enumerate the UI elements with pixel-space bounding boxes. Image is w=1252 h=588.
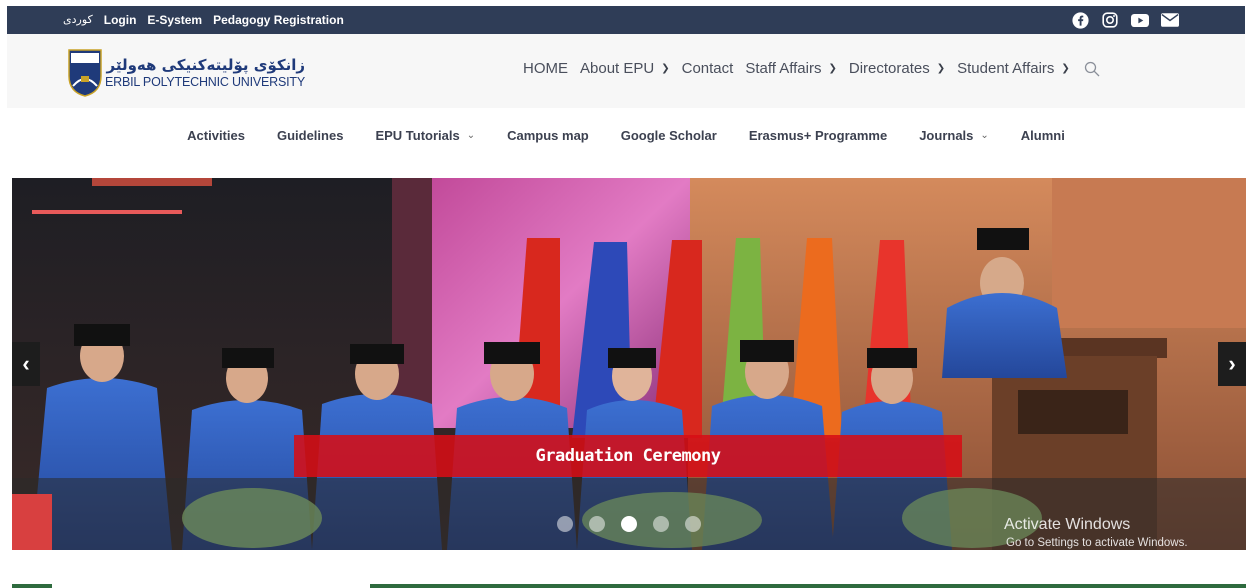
chevron-down-icon: ⌄ [980,130,989,141]
nav-student-affairs[interactable]: Student Affairs ❯ [957,60,1070,77]
slider-prev-button[interactable]: ‹ [12,342,40,386]
nav-home[interactable]: HOME [523,60,568,77]
nav-label: About EPU [580,60,655,77]
nav-label: Staff Affairs [745,60,822,77]
slider-dot[interactable] [557,516,573,532]
subnav-journals[interactable]: Journals ⌄ [903,128,1005,143]
subnav-erasmus[interactable]: Erasmus+ Programme [733,128,903,143]
subnav-label: Journals [919,128,974,143]
slider-next-button[interactable]: › [1218,342,1246,386]
facebook-icon[interactable] [1071,11,1089,29]
slider-dot[interactable] [589,516,605,532]
graduation-ceremony-photo [12,178,1246,550]
subnav-label: EPU Tutorials [375,128,460,143]
watermark-subtitle: Go to Settings to activate Windows. [1006,537,1188,549]
social-links [1071,11,1179,29]
chevron-right-icon: › [1228,351,1236,376]
pedagogy-registration-link[interactable]: Pedagogy Registration [213,13,344,27]
epu-shield-icon [68,49,102,97]
slider-dot[interactable] [653,516,669,532]
bottom-strip-left [12,584,52,588]
top-bar-inner: كوردی Login E-System Pedagogy Registrati… [7,6,1245,34]
subnav-alumni[interactable]: Alumni [1005,128,1081,143]
kurdish-language-link[interactable]: كوردی [63,13,93,27]
search-icon[interactable] [1084,61,1100,77]
subnav-label: Google Scholar [620,128,717,143]
main-navigation: HOME About EPU ❯ Contact Staff Affairs ❯ D… [523,60,1100,77]
instagram-icon[interactable] [1101,11,1119,29]
bottom-strip-right [370,584,1246,588]
logo-english-name: ERBIL POLYTECHNIC UNIVERSITY [105,74,305,89]
windows-activation-watermark: Activate Windows Go to Settings to activ… [1004,516,1188,549]
top-links: كوردی Login E-System Pedagogy Registrati… [63,13,344,27]
nav-about-epu[interactable]: About EPU ❯ [580,60,670,77]
nav-label: HOME [523,60,568,77]
subnav-label: Guidelines [276,128,344,143]
chevron-down-icon: ⌄ [466,130,476,141]
nav-label: Directorates [848,60,930,77]
slider-dots [557,516,701,532]
slide-caption: Graduation Ceremony [294,435,962,477]
chevron-left-icon: ‹ [22,351,30,376]
login-link[interactable]: Login [104,13,137,27]
chevron-down-icon: ❯ [828,63,837,74]
bottom-strip [0,578,1252,588]
subnav-guidelines[interactable]: Guidelines [261,128,359,143]
nav-label: Student Affairs [957,60,1055,77]
slider-dot[interactable] [685,516,701,532]
subnav-activities[interactable]: Activities [171,128,261,143]
subnav-campus-map[interactable]: Campus map [491,128,605,143]
hero-slider: ‹ › Graduation Ceremony [12,178,1246,550]
subnav-label: Campus map [507,128,589,143]
nav-label: Contact [681,60,734,77]
subnav-label: Alumni [1020,128,1065,143]
top-bar: كوردی Login E-System Pedagogy Registrati… [0,0,1252,34]
email-icon[interactable] [1161,11,1179,29]
university-logo[interactable]: زانكۆی پۆلیتەكنیكی هەولێر ERBIL POLYTECH… [67,46,305,98]
nav-staff-affairs[interactable]: Staff Affairs ❯ [745,60,837,77]
chevron-down-icon: ❯ [936,63,946,74]
chevron-down-icon: ❯ [1061,63,1070,74]
subnav-label: Activities [187,128,245,143]
secondary-navigation: Activities Guidelines EPU Tutorials ⌄ Cam… [0,128,1252,143]
nav-directorates[interactable]: Directorates ❯ [849,60,945,77]
logo-text: زانكۆی پۆلیتەكنیكی هەولێر ERBIL POLYTECH… [105,56,305,89]
subnav-label: Erasmus+ Programme [748,128,888,143]
esystem-link[interactable]: E-System [147,13,202,27]
watermark-title: Activate Windows [1004,516,1131,533]
subnav-epu-tutorials[interactable]: EPU Tutorials ⌄ [359,128,491,143]
youtube-icon[interactable] [1131,11,1149,29]
subnav-google-scholar[interactable]: Google Scholar [605,128,733,143]
site-header: زانكۆی پۆلیتەكنیكی هەولێر ERBIL POLYTECH… [7,34,1245,108]
slider-dot-active[interactable] [621,516,637,532]
nav-contact[interactable]: Contact [682,60,734,77]
logo-kurdish-name: زانكۆی پۆلیتەكنیكی هەولێر [106,55,305,74]
chevron-down-icon: ❯ [661,63,670,74]
